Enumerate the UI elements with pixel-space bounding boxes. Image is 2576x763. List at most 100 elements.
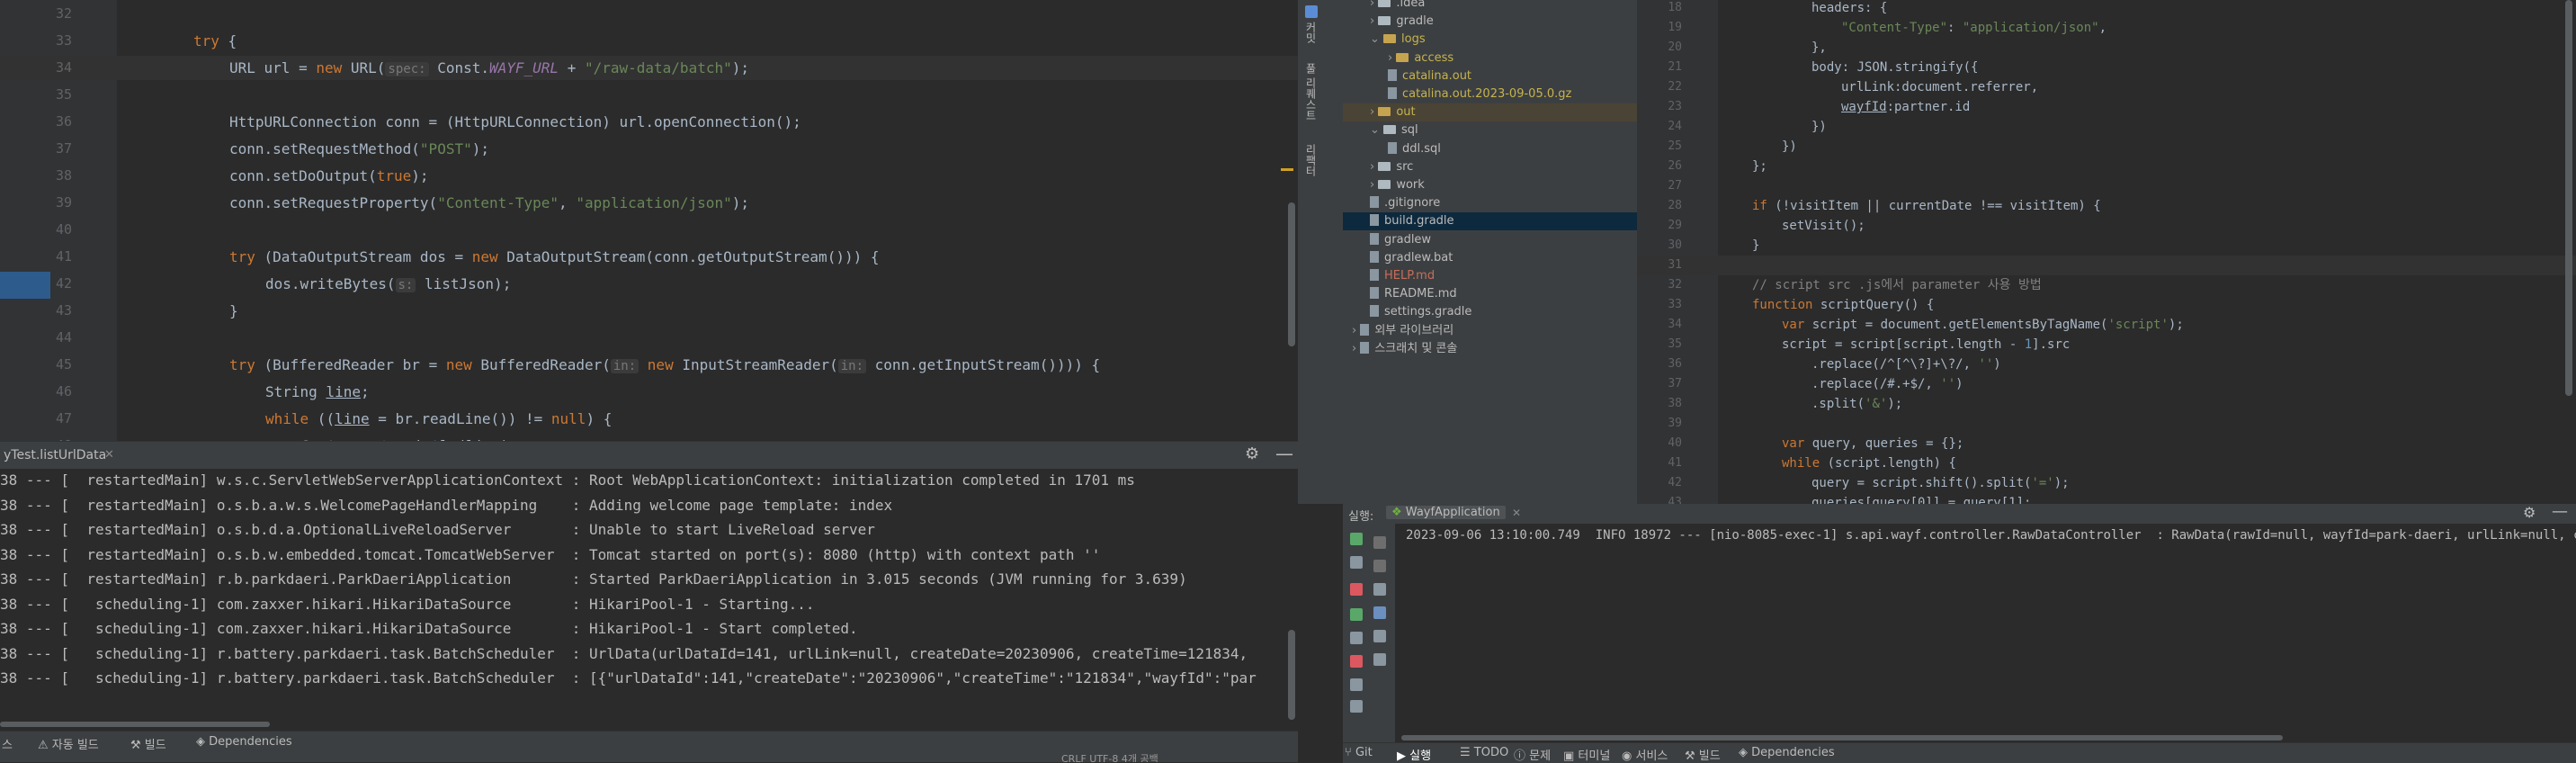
code-token: new [316, 59, 343, 76]
camera-icon[interactable] [1350, 632, 1363, 644]
run-tab[interactable]: ❖ WayfApplication [1386, 506, 1506, 519]
project-tree[interactable]: › .idea › gradle ⌄ logs › access catalina.o… [1343, 0, 1637, 504]
code-line: 24}) [1637, 117, 2576, 137]
chevron-right-icon[interactable]: › [1370, 178, 1378, 192]
chevron-down-icon[interactable]: ⌄ [1370, 123, 1383, 137]
console-tab[interactable]: yTest.listUrlData [4, 448, 106, 462]
tool-tab-problems[interactable]: ⓘ 문제 [1514, 746, 1551, 763]
gear-icon[interactable]: ⚙ [2523, 504, 2536, 521]
commit-icon[interactable] [1305, 5, 1318, 18]
chevron-right-icon[interactable]: › [1388, 51, 1396, 65]
build-label-right: 빌드 [1698, 750, 1721, 763]
chevron-right-icon[interactable]: › [1352, 324, 1360, 337]
code-token: body: JSON.stringify({ [1811, 60, 1979, 75]
chevron-right-icon[interactable]: › [1370, 105, 1378, 119]
encoding-status[interactable]: CRLF UTF-8 4개 공백 [1061, 753, 1158, 762]
line-number: 44 [55, 329, 72, 346]
gear-icon[interactable]: ⚙ [1245, 444, 1259, 463]
tree-item[interactable]: › work [1343, 176, 1637, 194]
chevron-down-icon[interactable]: ⌄ [1370, 32, 1383, 46]
tool-tab-git[interactable]: ⑂ Git [1345, 746, 1373, 759]
code-line: 43 queries[query[0]] = query[1]; [1637, 493, 2576, 504]
tool-tab-services[interactable]: ◉ 서비스 [1622, 746, 1668, 763]
tool-tab-dependencies-right[interactable]: ◈ Dependencies [1739, 746, 1835, 759]
code-token: headers: { [1811, 1, 1888, 15]
tree-item[interactable]: settings.gradle [1343, 303, 1637, 321]
layout-icon[interactable] [1350, 678, 1363, 691]
code-text: urlLink:document.referrer, [1841, 77, 2038, 97]
tree-item[interactable]: gradlew [1343, 231, 1637, 249]
code-line: 28 if (!visitItem || currentDate !== visi… [1637, 196, 2576, 216]
tool-tab-dependencies[interactable]: ◈ Dependencies [196, 735, 292, 749]
code-token: true [376, 167, 412, 184]
code-token: '=' [2031, 476, 2054, 490]
line-number: 18 [1668, 1, 1682, 14]
problems-label: 문제 [1529, 750, 1552, 763]
tree-item[interactable]: HELP.md [1343, 267, 1637, 285]
code-token: function [1752, 298, 1813, 312]
chevron-right-icon[interactable]: › [1352, 342, 1360, 355]
tree-item[interactable]: ddl.sql [1343, 140, 1637, 158]
strip-label-commit[interactable]: 커밋 [1303, 22, 1319, 43]
console-hscrollbar[interactable] [0, 722, 270, 727]
tool-tab-s[interactable]: 스 [2, 735, 13, 752]
chevron-right-icon[interactable]: › [1370, 0, 1378, 10]
restart-icon[interactable] [1350, 608, 1363, 621]
tool-tab-run[interactable]: ▶ 실행 [1397, 746, 1431, 763]
code-text: // script src .js에서 parameter 사용 방법 [1752, 275, 2042, 295]
close-icon[interactable]: ✕ [104, 448, 114, 462]
right-code-lines[interactable]: 18 headers: {19 "Content-Type": "applicati… [1637, 0, 2576, 504]
pin-icon[interactable] [1350, 700, 1363, 713]
tree-item-content: README.md [1370, 285, 1457, 303]
exit-icon[interactable] [1350, 655, 1363, 668]
strip-label-refactor[interactable]: 리팩터 [1303, 144, 1319, 176]
tool-tab-todo[interactable]: ☰ TODO [1460, 746, 1508, 759]
tree-item[interactable]: gradlew.bat [1343, 249, 1637, 267]
minimize-icon[interactable]: — [2552, 502, 2568, 521]
tree-item-content: › .idea [1370, 0, 1425, 13]
tree-item-content: ddl.sql [1388, 140, 1441, 158]
tree-item[interactable]: › access [1343, 49, 1637, 67]
chevron-right-icon[interactable]: › [1370, 160, 1378, 174]
code-token: 'script' [2107, 318, 2169, 332]
tool-tab-auto-build[interactable]: ⚠ 자동 빌드 [38, 735, 99, 752]
tree-item[interactable]: ⌄ sql [1343, 121, 1637, 139]
folder-icon [1383, 125, 1397, 135]
stop-icon[interactable] [1350, 583, 1363, 596]
right-editor-scrollbar[interactable] [2565, 0, 2572, 396]
tree-item[interactable]: › out [1343, 103, 1637, 122]
log-line: 38 --- [ scheduling-1] com.zaxxer.hikari… [0, 595, 815, 613]
wrench-icon[interactable] [1350, 556, 1363, 569]
code-text: "Content-Type": "application/json", [1841, 18, 2106, 38]
tool-tab-build-right[interactable]: ⚒ 빌드 [1685, 746, 1721, 763]
left-code-lines[interactable]: 32 33 try {34 URL url = new URL(spec: Const… [0, 0, 1298, 481]
code-line: 42 query = script.shift().split('='); [1637, 473, 2576, 493]
run-hscrollbar[interactable] [1401, 735, 2283, 741]
tree-item[interactable]: › 스크래치 및 콘솔 [1343, 340, 1637, 358]
tool-tab-build[interactable]: ⚒ 빌드 [130, 735, 166, 752]
terminal-label: 터미널 [1578, 750, 1611, 763]
strip-label-pull-request[interactable]: 풀 리퀘스트 [1303, 63, 1319, 121]
tree-item[interactable]: › gradle [1343, 13, 1637, 31]
tree-item[interactable]: README.md [1343, 285, 1637, 303]
left-editor-scrollbar[interactable] [1288, 202, 1295, 346]
tree-item[interactable]: build.gradle [1343, 212, 1637, 231]
tool-tab-terminal[interactable]: ▣ 터미널 [1563, 746, 1610, 763]
line-number: 39 [55, 194, 72, 211]
code-token: var [1782, 436, 1805, 451]
close-icon[interactable]: ✕ [1512, 507, 1521, 519]
tree-item[interactable]: catalina.out.2023-09-05.0.gz [1343, 85, 1637, 103]
tree-item[interactable]: › 외부 라이브러리 [1343, 322, 1637, 340]
tree-item[interactable]: ⌄ logs [1343, 31, 1637, 49]
chevron-right-icon[interactable]: › [1370, 14, 1378, 28]
tree-item[interactable]: › .idea [1343, 0, 1637, 13]
minimize-icon[interactable]: — [1275, 443, 1293, 464]
tree-item[interactable]: › src [1343, 158, 1637, 176]
tree-item[interactable]: catalina.out [1343, 67, 1637, 85]
console-scrollbar[interactable] [1288, 630, 1295, 720]
git-label: Git [1355, 746, 1373, 759]
code-token: "Content-Type" [437, 194, 559, 211]
tree-item-content: gradlew [1370, 231, 1431, 249]
tree-item[interactable]: .gitignore [1343, 194, 1637, 212]
rerun-icon[interactable] [1350, 533, 1363, 545]
